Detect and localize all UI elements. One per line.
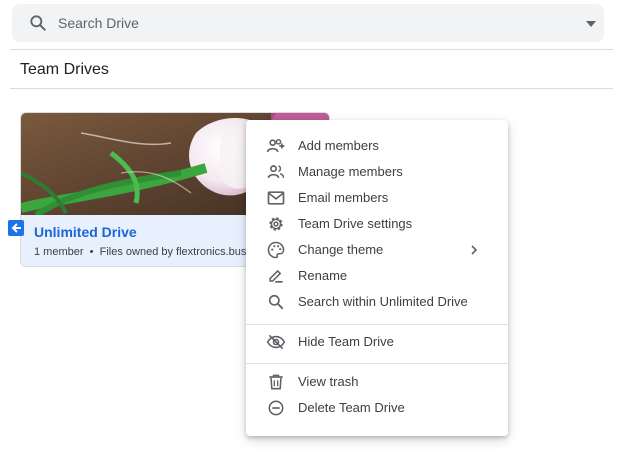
drive-name[interactable]: Unlimited Drive	[34, 224, 137, 240]
menu-separator	[246, 324, 508, 325]
menu-item-search-within-drive[interactable]: Search within Unlimited Drive	[246, 289, 508, 315]
menu-item-rename[interactable]: Rename	[246, 263, 508, 289]
divider	[10, 49, 613, 50]
menu-item-add-members[interactable]: Add members	[246, 133, 508, 159]
menu-item-label: View trash	[298, 374, 359, 389]
menu-item-hide-team-drive[interactable]: Hide Team Drive	[246, 329, 508, 355]
search-icon	[268, 294, 284, 310]
menu-item-view-trash[interactable]: View trash	[246, 369, 508, 395]
owner-text: Files owned by flextronics.busi	[99, 246, 249, 258]
search-input[interactable]	[58, 13, 558, 33]
meta-separator: •	[86, 246, 100, 258]
manage-members-icon	[267, 165, 285, 179]
menu-item-label: Hide Team Drive	[298, 334, 394, 349]
add-members-icon	[266, 139, 285, 153]
search-bar[interactable]	[12, 4, 604, 42]
search-icon[interactable]	[28, 13, 48, 33]
email-icon	[267, 191, 285, 205]
menu-item-label: Search within Unlimited Drive	[298, 294, 468, 309]
divider	[10, 88, 613, 89]
member-count: 1 member	[34, 246, 84, 258]
menu-item-label: Change theme	[298, 242, 384, 257]
minus-circle-icon	[268, 400, 284, 416]
page-title: Team Drives	[20, 61, 109, 78]
menu-item-label: Email members	[298, 190, 389, 205]
eye-off-icon	[266, 334, 286, 350]
menu-item-team-drive-settings[interactable]: Team Drive settings	[246, 211, 508, 237]
menu-item-label: Manage members	[298, 164, 403, 179]
menu-item-manage-members[interactable]: Manage members	[246, 159, 508, 185]
search-options-dropdown-icon[interactable]	[586, 21, 596, 27]
back-arrow-icon[interactable]	[8, 220, 24, 236]
drive-meta: 1 member • Files owned by flextronics.bu…	[34, 246, 249, 258]
menu-item-label: Team Drive settings	[298, 216, 413, 231]
menu-item-delete-team-drive[interactable]: Delete Team Drive	[246, 395, 508, 421]
menu-item-label: Delete Team Drive	[298, 400, 405, 415]
menu-separator	[246, 363, 508, 364]
menu-item-label: Rename	[298, 268, 348, 283]
palette-icon	[267, 241, 285, 259]
chevron-right-icon	[471, 245, 478, 255]
context-menu: Add members Manage members Email members…	[246, 120, 508, 436]
menu-item-email-members[interactable]: Email members	[246, 185, 508, 211]
gear-icon	[269, 217, 283, 231]
rename-icon	[269, 269, 283, 283]
menu-item-label: Add members	[298, 138, 379, 153]
trash-icon	[269, 374, 283, 390]
menu-item-change-theme[interactable]: Change theme	[246, 237, 508, 263]
